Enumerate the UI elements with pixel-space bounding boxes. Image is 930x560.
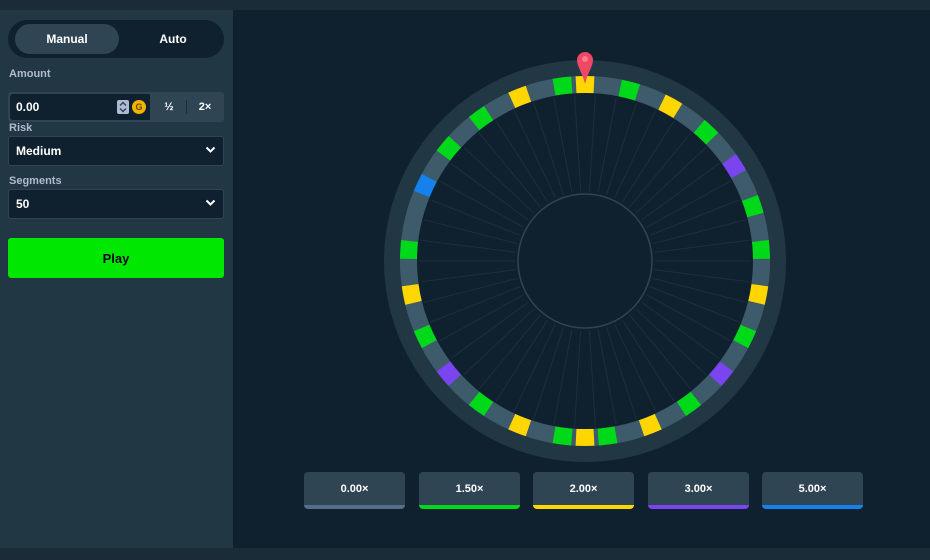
play-button[interactable]: Play (8, 238, 224, 278)
bet-sidebar: Manual Auto Amount 0.00 G ½ 2× Risk Medi… (0, 10, 233, 548)
amount-value: 0.00 (16, 100, 40, 114)
half-button[interactable]: ½ (152, 94, 186, 120)
double-button[interactable]: 2× (188, 94, 222, 120)
wheel (384, 52, 786, 462)
chevron-down-icon (205, 199, 216, 206)
wheel-segment (751, 263, 770, 282)
manual-tab[interactable]: Manual (15, 24, 119, 54)
segments-select[interactable]: 50 (8, 189, 224, 219)
segments-label: Segments (9, 175, 62, 187)
coin-icon: G (132, 100, 146, 114)
wheel-hub (517, 193, 653, 329)
multiplier-label: 3.00× (684, 483, 713, 495)
multiplier-bar (419, 505, 520, 509)
chevron-down-icon (205, 146, 216, 153)
wheel-segment (552, 426, 573, 446)
top-bar (0, 0, 930, 10)
multiplier-2[interactable]: 2.00× (533, 472, 634, 509)
multiplier-bar (304, 505, 405, 509)
segments-value: 50 (16, 197, 30, 211)
wheel-segment (597, 76, 618, 96)
amount-label: Amount (9, 68, 51, 80)
stepper-icon[interactable] (117, 100, 129, 114)
multiplier-label: 0.00× (340, 483, 369, 495)
multiplier-label: 1.50× (455, 483, 484, 495)
multiplier-label: 5.00× (798, 483, 827, 495)
risk-select[interactable]: Medium (8, 136, 224, 166)
wheel-segment (751, 240, 770, 259)
multiplier-4[interactable]: 5.00× (762, 472, 863, 509)
risk-label: Risk (9, 122, 33, 134)
wheel-segment (400, 240, 419, 259)
game-area: 0.00× 1.50× 2.00× 3.00× 5.00× (233, 10, 930, 548)
multiplier-bar (648, 505, 749, 509)
amount-input[interactable]: 0.00 G (10, 94, 150, 120)
auto-tab[interactable]: Auto (121, 24, 225, 54)
button-divider (186, 100, 187, 114)
wheel-segment (597, 426, 618, 446)
multiplier-bar (533, 505, 634, 509)
multiplier-bar (762, 505, 863, 509)
amount-row: 0.00 G ½ 2× (8, 92, 224, 122)
wheel-segment (575, 428, 595, 446)
multiplier-3[interactable]: 3.00× (648, 472, 749, 509)
risk-value: Medium (16, 144, 62, 158)
wheel-segment (552, 76, 573, 96)
multiplier-1[interactable]: 1.50× (419, 472, 520, 509)
mode-toggle: Manual Auto (8, 20, 224, 58)
multiplier-0[interactable]: 0.00× (304, 472, 405, 509)
bottom-bar (0, 548, 930, 560)
wheel-segment (400, 263, 419, 282)
multiplier-label: 2.00× (569, 483, 598, 495)
